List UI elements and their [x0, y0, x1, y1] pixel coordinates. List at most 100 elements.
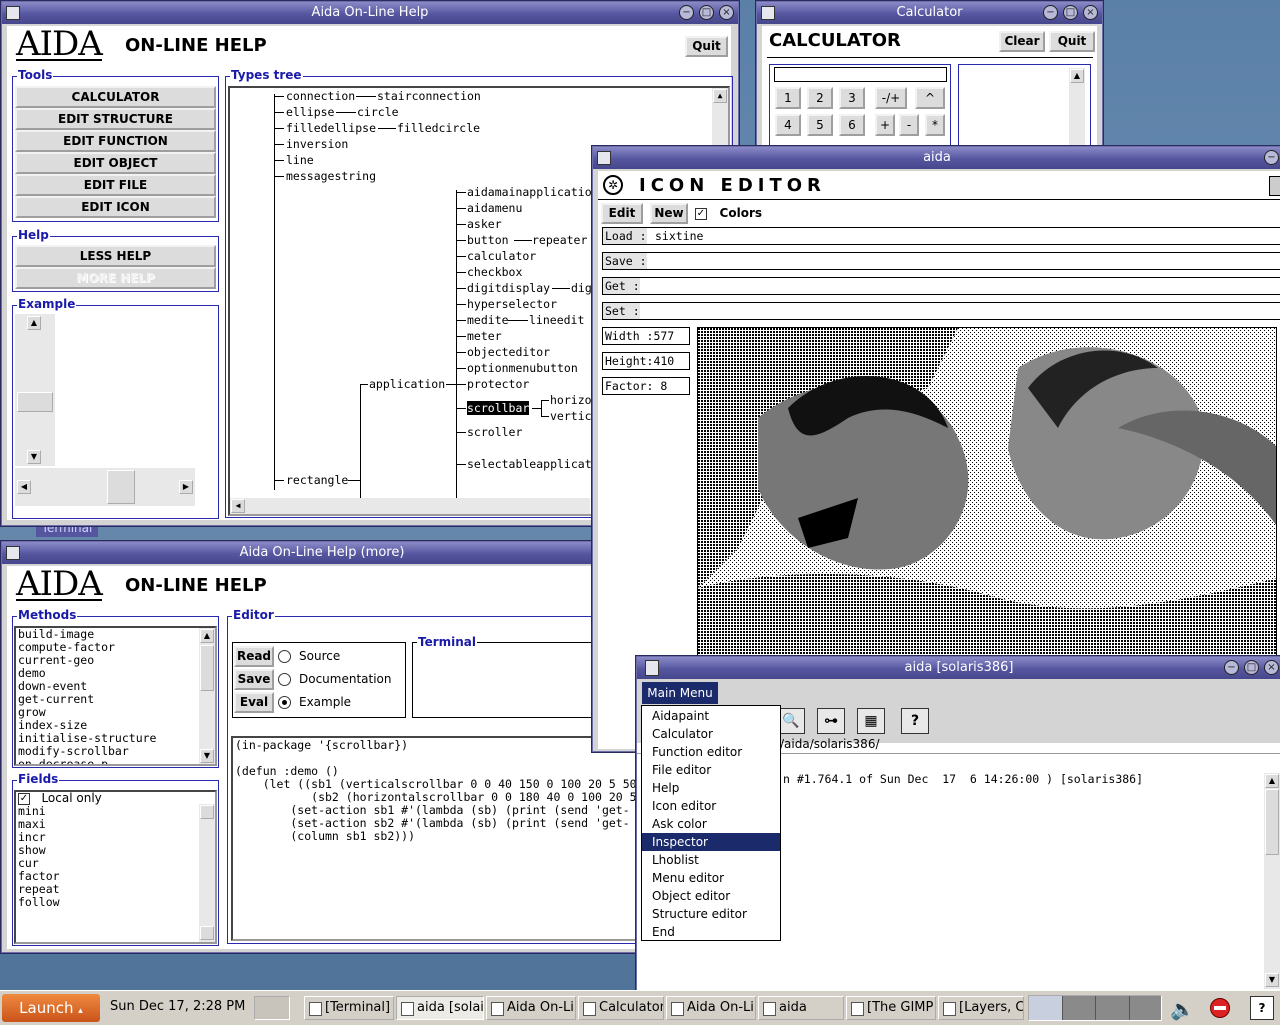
close-icon[interactable]: ×: [719, 5, 734, 20]
edit-file-button[interactable]: EDIT FILE: [15, 174, 216, 196]
quit-button[interactable]: Quit: [685, 36, 728, 57]
volume-icon[interactable]: 🔈: [1170, 997, 1195, 1021]
more-help-button[interactable]: MORE HELP: [15, 267, 216, 289]
task-terminal[interactable]: [Terminal]: [304, 996, 394, 1020]
key-minus[interactable]: -: [899, 114, 919, 136]
maximize-icon[interactable]: □: [1244, 660, 1259, 675]
console-scrollbar[interactable]: ▲ ▼: [1264, 773, 1280, 989]
close-icon[interactable]: ×: [1083, 5, 1098, 20]
edit-icon-button[interactable]: EDIT ICON: [15, 196, 216, 218]
scroll-thumb[interactable]: [200, 805, 214, 819]
tree-node[interactable]: dig: [571, 281, 592, 295]
tree-node[interactable]: optionmenubutton: [467, 361, 578, 375]
tree-node[interactable]: ellipse: [286, 105, 334, 119]
key-3[interactable]: 3: [839, 87, 865, 109]
calc-title-bar[interactable]: Calculator − □ ×: [757, 2, 1102, 24]
help-title-bar[interactable]: Aida On-Line Help − □ ×: [2, 2, 738, 24]
tree-node[interactable]: asker: [467, 217, 502, 231]
key-1[interactable]: 1: [775, 87, 801, 109]
window-menu-icon[interactable]: [761, 6, 775, 20]
factor-field[interactable]: Factor: 8: [602, 377, 690, 395]
tree-node[interactable]: calculator: [467, 249, 536, 263]
tree-node[interactable]: objecteditor: [467, 345, 550, 359]
menu-item-function-editor[interactable]: Function editor: [642, 743, 780, 761]
window-menu-icon[interactable]: [645, 660, 659, 676]
key-6[interactable]: 6: [839, 114, 865, 136]
scroll-up-icon[interactable]: ▲: [1265, 774, 1279, 788]
menu-item-inspector[interactable]: Inspector: [642, 833, 780, 851]
scroll-hthumb[interactable]: [107, 470, 135, 504]
checkbox-check-icon[interactable]: ✓: [695, 207, 707, 220]
main-menu-button[interactable]: Main Menu: [642, 682, 718, 704]
bitmap-canvas[interactable]: [697, 327, 1277, 657]
radio-example[interactable]: Example: [278, 695, 351, 709]
radio-icon[interactable]: [278, 650, 291, 663]
tree-node[interactable]: meter: [467, 329, 502, 343]
field-item[interactable]: follow: [18, 896, 102, 909]
menu-item-icon-editor[interactable]: Icon editor: [642, 797, 780, 815]
task-gimp[interactable]: [The GIMP: [846, 996, 936, 1020]
tree-node[interactable]: application: [369, 377, 445, 391]
book-icon[interactable]: ▦: [857, 708, 885, 734]
tree-node[interactable]: repeater: [532, 233, 587, 247]
edit-structure-button[interactable]: EDIT STRUCTURE: [15, 108, 216, 130]
width-field[interactable]: Width :577: [602, 327, 690, 345]
task-aida-online-help-more[interactable]: Aida On-Li: [666, 996, 756, 1020]
close-icon[interactable]: ×: [1264, 660, 1279, 675]
menu-item-lhoblist[interactable]: Lhoblist: [642, 851, 780, 869]
tree-node[interactable]: line: [286, 153, 314, 167]
colors-checkbox[interactable]: ✓ Colors: [695, 206, 762, 220]
get-field[interactable]: Get :: [602, 277, 1280, 295]
key-4[interactable]: 4: [775, 114, 801, 136]
minimize-icon[interactable]: −: [1264, 150, 1279, 165]
example-hscrollbar[interactable]: ◀ ▶: [15, 468, 195, 506]
launch-button[interactable]: Launch ▴: [2, 994, 100, 1022]
clock[interactable]: Sun Dec 17, 2:28 PM: [110, 999, 245, 1014]
tape-scrollbar[interactable]: ▲: [1069, 68, 1085, 150]
new-button[interactable]: New: [650, 203, 688, 224]
tree-node[interactable]: messagestring: [286, 169, 376, 183]
scroll-left-icon[interactable]: ◀: [231, 499, 245, 513]
maximize-icon[interactable]: □: [699, 5, 714, 20]
scroll-up-icon[interactable]: ▲: [713, 89, 727, 103]
key-negate[interactable]: -/+: [875, 87, 907, 109]
scroll-up-icon[interactable]: ▲: [27, 316, 41, 330]
tree-node[interactable]: aidamenu: [467, 201, 522, 215]
height-field[interactable]: Height:410: [602, 352, 690, 370]
code-editor[interactable]: (in-package '{scrollbar}) (defun :demo (…: [231, 736, 641, 941]
question-icon[interactable]: ?: [901, 708, 929, 734]
radio-icon[interactable]: [278, 673, 291, 686]
task-aida-online-help[interactable]: Aida On-Li: [486, 996, 576, 1020]
set-field[interactable]: Set :: [602, 302, 1280, 320]
task-calculator[interactable]: Calculator: [578, 996, 664, 1020]
tree-node[interactable]: stairconnection: [377, 89, 481, 103]
tree-hscrollbar[interactable]: ◀: [230, 498, 590, 514]
key-plus[interactable]: +: [875, 114, 895, 136]
tree-node[interactable]: horizo: [550, 393, 592, 407]
key-multiply[interactable]: *: [925, 114, 945, 136]
minimize-icon[interactable]: −: [1224, 660, 1239, 675]
menu-item-object-editor[interactable]: Object editor: [642, 887, 780, 905]
key-power[interactable]: ^: [915, 87, 945, 109]
fields-list[interactable]: ✓ Local only mini maxi incr show cur fac…: [14, 790, 217, 944]
quit-button[interactable]: Quit: [1049, 31, 1095, 52]
window-menu-icon[interactable]: [6, 6, 20, 20]
scroll-up-icon[interactable]: ▲: [1070, 69, 1084, 83]
tree-node[interactable]: digitdisplay: [467, 281, 550, 295]
tree-node[interactable]: filledellipse: [286, 121, 376, 135]
scroll-thumb[interactable]: [17, 392, 53, 412]
checkbox-check-icon[interactable]: ✓: [18, 792, 30, 805]
scroll-down-icon[interactable]: ▼: [200, 749, 214, 763]
zoom-icon[interactable]: 🔍: [777, 708, 805, 734]
radio-documentation[interactable]: Documentation: [278, 672, 392, 686]
workspace-1[interactable]: [1029, 996, 1063, 1020]
show-desktop-icon[interactable]: [254, 996, 290, 1020]
radio-source[interactable]: Source: [278, 649, 340, 663]
edit-function-button[interactable]: EDIT FUNCTION: [15, 130, 216, 152]
tree-node[interactable]: medite: [467, 313, 509, 327]
scroll-left-icon[interactable]: ◀: [17, 480, 31, 494]
scroll-down-icon[interactable]: ▼: [1265, 973, 1279, 987]
tree-node[interactable]: rectangle: [286, 473, 348, 487]
tree-icon[interactable]: ⊶: [817, 708, 845, 734]
menu-item-end[interactable]: End: [642, 923, 780, 941]
